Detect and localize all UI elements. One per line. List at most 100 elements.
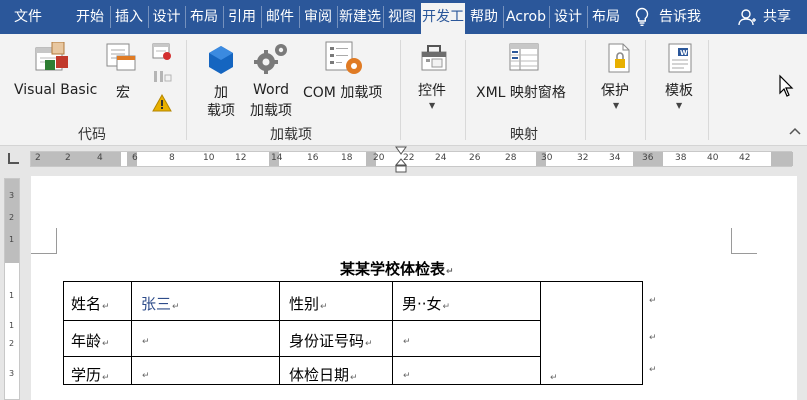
vertical-ruler-number: 2 [9, 213, 15, 222]
tab-insert[interactable]: 插入 [111, 0, 147, 34]
row-end-mark-icon: ↵ [649, 296, 657, 306]
ruler-number: 12 [235, 153, 247, 163]
tab-home[interactable]: 开始 [72, 0, 108, 34]
cell-end-mark: ↵ [102, 339, 110, 349]
group-label-mapping: 映射 [510, 127, 538, 143]
xml-mapping-label: XML 映射窗格 [476, 85, 566, 101]
ribbon: Visual Basic 宏 代码 加 载项 Word 加载项 COM 加载项 … [0, 34, 807, 146]
tell-me-box[interactable]: 告诉我 [659, 0, 701, 34]
table-border [63, 281, 64, 385]
tab-design[interactable]: 设计 [149, 0, 184, 34]
macro-label: 宏 [116, 85, 130, 101]
tab-acrobat[interactable]: Acrob [504, 0, 548, 34]
vertical-ruler-number: 3 [9, 191, 15, 200]
table-cell[interactable]: 性别↵ [289, 293, 328, 314]
row-end-mark-icon: ↵ [649, 365, 657, 375]
table-cell[interactable]: ↵ [402, 330, 411, 348]
cell-end-mark: ↵ [403, 337, 411, 347]
share-button[interactable]: 共享 [763, 0, 791, 34]
ruler-number: 14 [271, 153, 283, 163]
table-cell[interactable]: 姓名↵ [71, 293, 110, 314]
table-cell[interactable]: 张三↵ [141, 293, 180, 314]
table-cell[interactable]: ↵ [549, 366, 558, 384]
row-end-mark: ↵ [648, 289, 657, 307]
tab-new-group[interactable]: 新建选 [338, 0, 382, 34]
cell-end-mark: ↵ [142, 371, 150, 381]
record-macro-icon[interactable] [152, 43, 172, 61]
table-cell[interactable]: 身份证号码↵ [289, 330, 373, 351]
cell-text-gender-label: 性别 [289, 295, 320, 313]
table-cell[interactable]: ↵ [402, 364, 411, 382]
templates-label: 模板 [665, 83, 693, 99]
document-page[interactable]: 某某学校体检表↵ 姓名↵ 张三↵ 性别↵ 男··女↵ ↵ 年龄↵ ↵ 身份证号码… [31, 176, 797, 400]
cell-end-mark: ↵ [102, 373, 110, 383]
cell-text-name-value: 张三 [141, 295, 172, 313]
com-addins-icon [325, 41, 362, 74]
tab-table-design[interactable]: 设计 [550, 0, 586, 34]
cell-end-mark: ↵ [442, 302, 451, 312]
controls-label: 控件 [418, 83, 446, 99]
tab-file[interactable]: 文件 [8, 0, 48, 34]
table-cell[interactable]: ↵ [141, 330, 150, 348]
tab-selector[interactable] [8, 153, 19, 164]
table-cell[interactable]: 年龄↵ [71, 330, 110, 351]
ruler-number: 36 [642, 153, 654, 163]
table-border [540, 281, 541, 385]
cell-end-mark: ↵ [320, 302, 328, 312]
cursor-icon [779, 74, 794, 97]
tab-view[interactable]: 视图 [384, 0, 420, 34]
controls-dropdown-icon: ▼ [429, 101, 436, 110]
table-border [63, 281, 643, 282]
cell-text-education-label: 学历 [71, 366, 102, 384]
tab-references[interactable]: 引用 [224, 0, 260, 34]
visual-basic-icon [35, 42, 68, 71]
ruler-number: 18 [341, 153, 353, 163]
cell-text-id-label: 身份证号码 [289, 332, 365, 350]
crop-mark-left [31, 228, 57, 254]
cell-text-exam-date-label: 体检日期 [289, 366, 350, 384]
tab-review[interactable]: 审阅 [300, 0, 336, 34]
table-cell[interactable]: 男··女↵ [402, 293, 450, 314]
table-cell[interactable]: 学历↵ [71, 364, 110, 385]
xml-mapping-icon [509, 43, 539, 71]
lightbulb-icon [635, 7, 649, 26]
indent-marker-icon[interactable] [395, 146, 407, 174]
vertical-ruler[interactable]: 3 2 1 1 1 2 3 [4, 178, 20, 400]
table-cell[interactable]: 体检日期↵ [289, 364, 358, 385]
ruler-number: 2 [65, 153, 71, 163]
tab-table-layout[interactable]: 布局 [588, 0, 624, 34]
table-border [131, 281, 132, 385]
cell-text-name-label: 姓名 [71, 295, 102, 313]
group-separator [585, 40, 586, 140]
group-separator [186, 40, 187, 140]
cell-end-mark: ↵ [142, 337, 150, 347]
vertical-ruler-number: 1 [9, 235, 15, 244]
visual-basic-label: Visual Basic [14, 82, 98, 98]
pause-recording-icon[interactable] [152, 69, 172, 85]
cell-end-mark: ↵ [350, 373, 358, 383]
collapse-ribbon-icon[interactable] [788, 126, 802, 136]
ruler-number: 6 [132, 153, 138, 163]
ruler-number: 2 [35, 153, 41, 163]
ruler-margin-right [771, 152, 793, 166]
ruler-number: 24 [435, 153, 447, 163]
ruler-number: 42 [739, 153, 751, 163]
table-border [279, 281, 280, 385]
macro-security-icon[interactable] [152, 94, 172, 112]
vertical-ruler-number: 1 [9, 291, 15, 300]
cell-end-mark: ↵ [403, 371, 411, 381]
protect-label: 保护 [601, 83, 629, 99]
horizontal-ruler[interactable]: 2 2 4 6 8 10 12 14 16 18 20 22 24 26 28 30 32 34 36 38 40 42 [30, 151, 793, 167]
cell-end-mark: ↵ [172, 302, 180, 312]
addins-label-line1: 加 [214, 85, 228, 101]
tab-help[interactable]: 帮助 [466, 0, 502, 34]
document-title[interactable]: 某某学校体检表↵ [340, 258, 454, 279]
table-border [63, 356, 541, 357]
tab-layout[interactable]: 布局 [186, 0, 222, 34]
cell-text-gender-options: 男··女 [402, 295, 442, 313]
table-border [642, 281, 643, 385]
tab-developer[interactable]: 开发工 [421, 3, 465, 34]
tab-mailings[interactable]: 邮件 [262, 0, 298, 34]
table-cell[interactable]: ↵ [141, 364, 150, 382]
vertical-ruler-number: 3 [9, 369, 15, 378]
